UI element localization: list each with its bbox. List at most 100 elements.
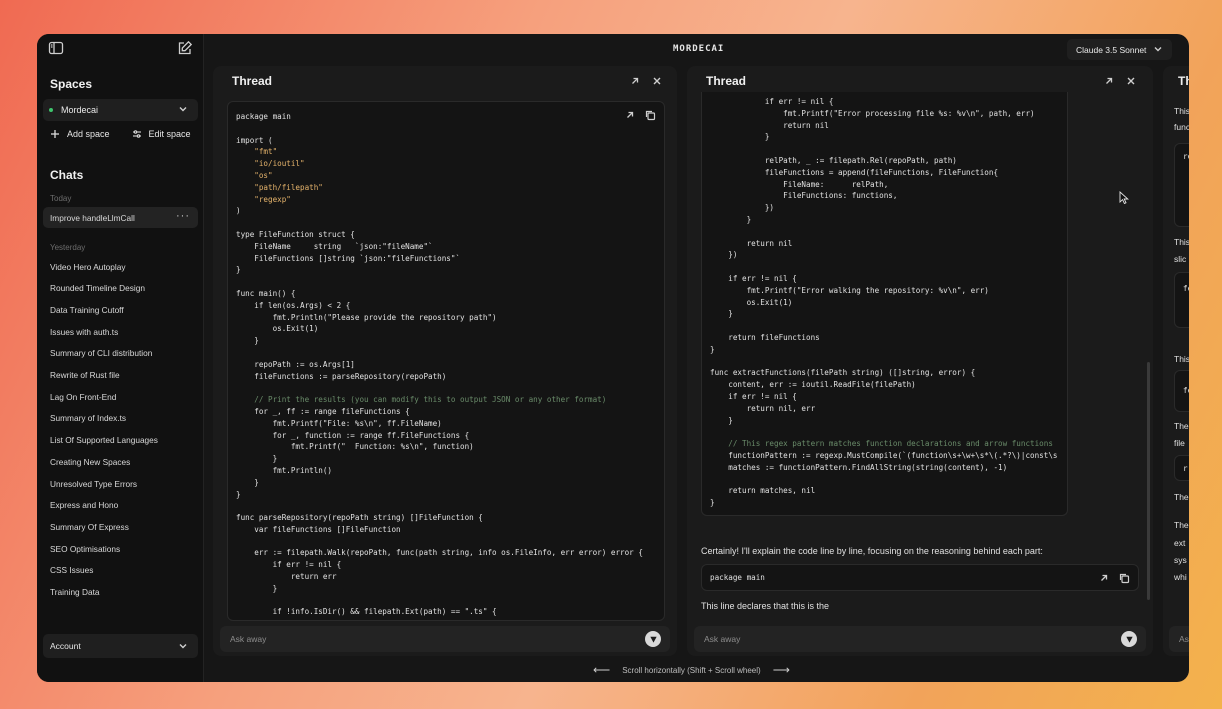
copy-icon[interactable] (1118, 572, 1130, 584)
open-code-icon[interactable] (1098, 572, 1110, 584)
code-block: re (1174, 143, 1189, 227)
chat-item[interactable]: Express and Hono (43, 495, 198, 516)
thread-panel-3: Th This func re This slic fe This fe The… (1163, 66, 1189, 656)
chat-item-label: Improve handleLlmCall (50, 212, 135, 223)
code-line: if len(os.Args) < 2 { (236, 300, 351, 310)
chat-item[interactable]: SEO Optimisations (43, 538, 198, 559)
code-line: fe (1183, 386, 1189, 395)
arrow-right-icon[interactable]: ⟶ (773, 663, 790, 677)
account-label: Account (50, 641, 81, 651)
chat-item[interactable]: Rounded Timeline Design (43, 278, 198, 299)
edit-space-button[interactable]: Edit space (132, 129, 191, 139)
edit-space-label: Edit space (148, 129, 191, 139)
chat-item[interactable]: Training Data (43, 582, 198, 603)
code-line: os.Exit(1) (710, 297, 793, 307)
more-options-icon[interactable]: ··· (176, 210, 190, 222)
sidebar-toggle-icon[interactable] (48, 40, 64, 56)
code-line: FileFunctions: functions, (710, 191, 898, 201)
model-selector[interactable]: Claude 3.5 Sonnet (1067, 39, 1172, 60)
chat-item-improve-handlellmcall[interactable]: Improve handleLlmCall ··· (43, 207, 198, 228)
close-icon[interactable] (1125, 75, 1137, 87)
code-line: for _, function := range ff.FileFunction… (236, 430, 470, 440)
code-line: "fmt" (236, 147, 278, 157)
plus-icon (51, 130, 59, 138)
chat-item[interactable]: CSS Issues (43, 560, 198, 581)
thread-panel-2: Thread if err != nil { fmt.Printf("Error… (687, 66, 1153, 656)
code-line: matches := functionPattern.FindAllString… (710, 462, 1008, 472)
scrollbar[interactable] (1147, 362, 1150, 600)
add-space-button[interactable]: Add space (50, 129, 110, 139)
code-line: return fileFunctions (710, 332, 820, 342)
ask-placeholder: Ask (1179, 634, 1189, 644)
text-fragment: The (1174, 520, 1189, 530)
code-line: if err != nil { (236, 560, 342, 570)
app-title: MORDECAI (673, 44, 725, 54)
ask-input[interactable]: Ask (1169, 626, 1189, 652)
app-window: Spaces Mordecai Add space Edit space Cha… (37, 34, 1189, 682)
code-line: fileFunctions := parseRepository(repoPat… (236, 371, 447, 381)
ask-input[interactable]: Ask away (694, 626, 1146, 652)
assistant-explanation: Certainly! I'll explain the code line by… (701, 546, 1043, 556)
code-line: return err (236, 572, 337, 582)
send-button[interactable] (1121, 631, 1137, 647)
code-line: return matches, nil (710, 486, 816, 496)
text-fragment: sys (1174, 555, 1187, 565)
active-status-dot (49, 108, 53, 112)
ask-placeholder: Ask away (230, 634, 267, 644)
chat-item[interactable]: Video Hero Autoplay (43, 256, 198, 277)
chat-item[interactable]: Summary of CLI distribution (43, 343, 198, 364)
send-button[interactable] (645, 631, 661, 647)
code-line: } (710, 132, 770, 142)
code-line: } (710, 415, 733, 425)
code-line: for _, ff := range fileFunctions { (236, 406, 410, 416)
text-fragment: ext (1174, 538, 1186, 548)
code-line: relPath, _ := filepath.Rel(repoPath, pat… (710, 155, 957, 165)
code-line: content, err := ioutil.ReadFile(filePath… (710, 380, 916, 390)
chat-item[interactable]: Lag On Front-End (43, 386, 198, 407)
code-line: } (710, 309, 733, 319)
space-selector[interactable]: Mordecai (43, 99, 198, 121)
code-line: "io/ioutil" (236, 159, 305, 169)
code-line: } (236, 265, 241, 275)
send-icon (1125, 636, 1133, 643)
code-block: fe (1174, 370, 1189, 412)
code-line: if err != nil { (710, 273, 797, 283)
code-line: }) (710, 250, 738, 260)
chats-heading: Chats (50, 168, 84, 182)
code-line: package main (710, 573, 765, 582)
chat-item[interactable]: Unresolved Type Errors (43, 473, 198, 494)
spaces-heading: Spaces (50, 77, 93, 91)
chat-item[interactable]: Data Training Cutoff (43, 299, 198, 320)
code-snippet: package main (701, 564, 1139, 591)
copy-icon[interactable] (644, 109, 656, 121)
expand-icon[interactable] (1103, 75, 1115, 87)
new-chat-icon[interactable] (177, 40, 193, 56)
expand-icon[interactable] (629, 75, 641, 87)
code-block: fe (1174, 272, 1189, 328)
code-line: if err != nil { (710, 97, 834, 106)
chat-item[interactable]: Summary of Index.ts (43, 408, 198, 429)
chat-item[interactable]: Rewrite of Rust file (43, 365, 198, 386)
chat-item[interactable]: List Of Supported Languages (43, 430, 198, 451)
account-menu[interactable]: Account (43, 634, 198, 658)
code-line: fileFunctions = append(fileFunctions, Fi… (710, 167, 999, 177)
code-line: if err != nil { (710, 391, 797, 401)
code-line: return nil (710, 238, 793, 248)
ask-input[interactable]: Ask away (220, 626, 670, 652)
add-space-label: Add space (67, 129, 110, 139)
code-line: type FileFunction struct { (236, 229, 355, 239)
code-line: var fileFunctions []FileFunction (236, 524, 401, 534)
arrow-left-icon[interactable]: ⟵ (593, 663, 610, 677)
chevron-down-icon (179, 644, 187, 649)
code-line: } (236, 336, 259, 346)
chat-item[interactable]: Issues with auth.ts (43, 321, 198, 342)
model-name: Claude 3.5 Sonnet (1076, 44, 1147, 55)
close-icon[interactable] (651, 75, 663, 87)
code-content: if err != nil { fmt.Printf("Error proces… (710, 96, 1057, 509)
code-line: r (1183, 464, 1188, 473)
code-line: os.Exit(1) (236, 324, 319, 334)
code-line: return nil, err (710, 403, 816, 413)
code-line: func extractFunctions(filePath string) (… (710, 368, 976, 378)
chat-item[interactable]: Creating New Spaces (43, 451, 198, 472)
chat-item[interactable]: Summary Of Express (43, 516, 198, 537)
